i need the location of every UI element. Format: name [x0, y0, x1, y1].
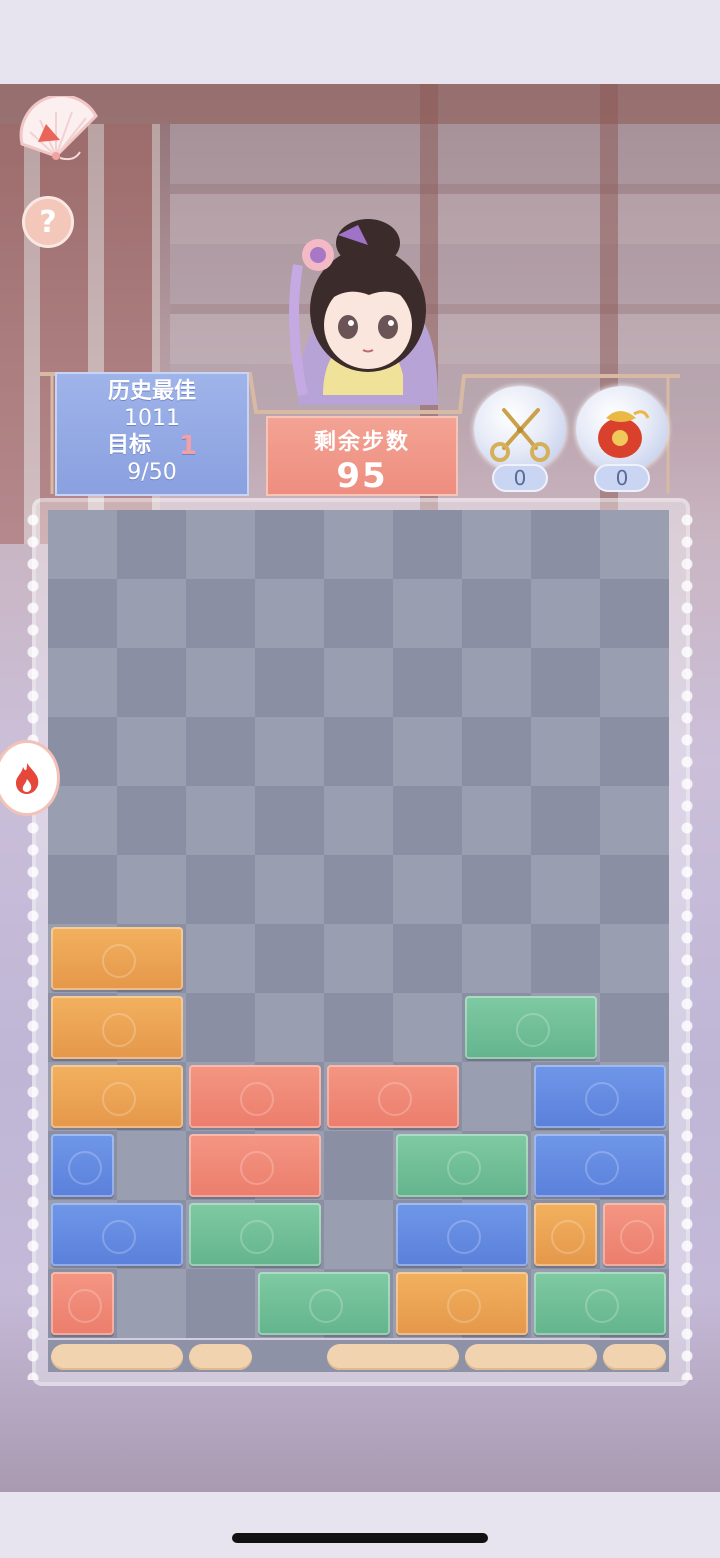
target-row: 目标 1 — [55, 432, 249, 460]
block-blue[interactable] — [51, 1203, 183, 1266]
fan-menu-button[interactable] — [16, 94, 102, 170]
steps-remaining: 95 — [336, 456, 388, 496]
block-orange[interactable] — [396, 1272, 528, 1335]
block-green[interactable] — [258, 1272, 390, 1335]
preview-segment — [51, 1344, 183, 1370]
block-red[interactable] — [189, 1065, 321, 1128]
block-orange[interactable] — [51, 1065, 183, 1128]
best-score-panel: 历史最佳 1011 目标 1 9/50 — [55, 372, 249, 496]
fan-icon — [19, 94, 98, 161]
scissors-bubble — [474, 386, 566, 472]
best-score-label: 历史最佳 — [107, 379, 196, 404]
preview-segment — [465, 1344, 597, 1370]
lucky-bag-count: 0 — [594, 464, 650, 492]
block-orange[interactable] — [51, 996, 183, 1059]
question-icon: ? — [39, 204, 57, 240]
target-label: 目标 — [106, 433, 151, 458]
status-bar — [0, 0, 720, 84]
steps-panel: 剩余步数 95 — [266, 416, 458, 496]
lace-border-right — [680, 510, 694, 1380]
block-blue[interactable] — [396, 1203, 528, 1266]
block-green[interactable] — [189, 1203, 321, 1266]
block-blue[interactable] — [534, 1065, 666, 1128]
block-green[interactable] — [396, 1134, 528, 1197]
lucky-bag-icon — [598, 410, 650, 458]
block-blue[interactable] — [51, 1134, 114, 1197]
best-score-value: 1011 — [124, 406, 180, 431]
block-orange[interactable] — [51, 927, 183, 990]
target-count: 1 — [178, 431, 198, 461]
preview-segment — [603, 1344, 666, 1370]
steps-label: 剩余步数 — [313, 430, 410, 455]
block-green[interactable] — [534, 1272, 666, 1335]
lucky-bag-bubble — [576, 386, 668, 472]
block-red[interactable] — [51, 1272, 114, 1335]
block-red[interactable] — [327, 1065, 459, 1128]
scissors-icon — [490, 408, 550, 462]
lace-border-left — [26, 510, 40, 1380]
preview-segment — [189, 1344, 252, 1370]
block-red[interactable] — [189, 1134, 321, 1197]
lucky-bag-tool-button[interactable]: 0 — [576, 386, 668, 496]
scissors-count: 0 — [492, 464, 548, 492]
block-green[interactable] — [465, 996, 597, 1059]
game-board[interactable] — [48, 510, 669, 1338]
preview-segment — [327, 1344, 459, 1370]
target-progress: 9/50 — [127, 460, 177, 485]
block-blue[interactable] — [534, 1134, 666, 1197]
scissors-tool-button[interactable]: 0 — [474, 386, 566, 496]
fire-icon — [16, 763, 39, 794]
block-red[interactable] — [603, 1203, 666, 1266]
home-indicator — [232, 1533, 488, 1543]
block-orange[interactable] — [534, 1203, 597, 1266]
help-button[interactable]: ? — [22, 196, 74, 248]
